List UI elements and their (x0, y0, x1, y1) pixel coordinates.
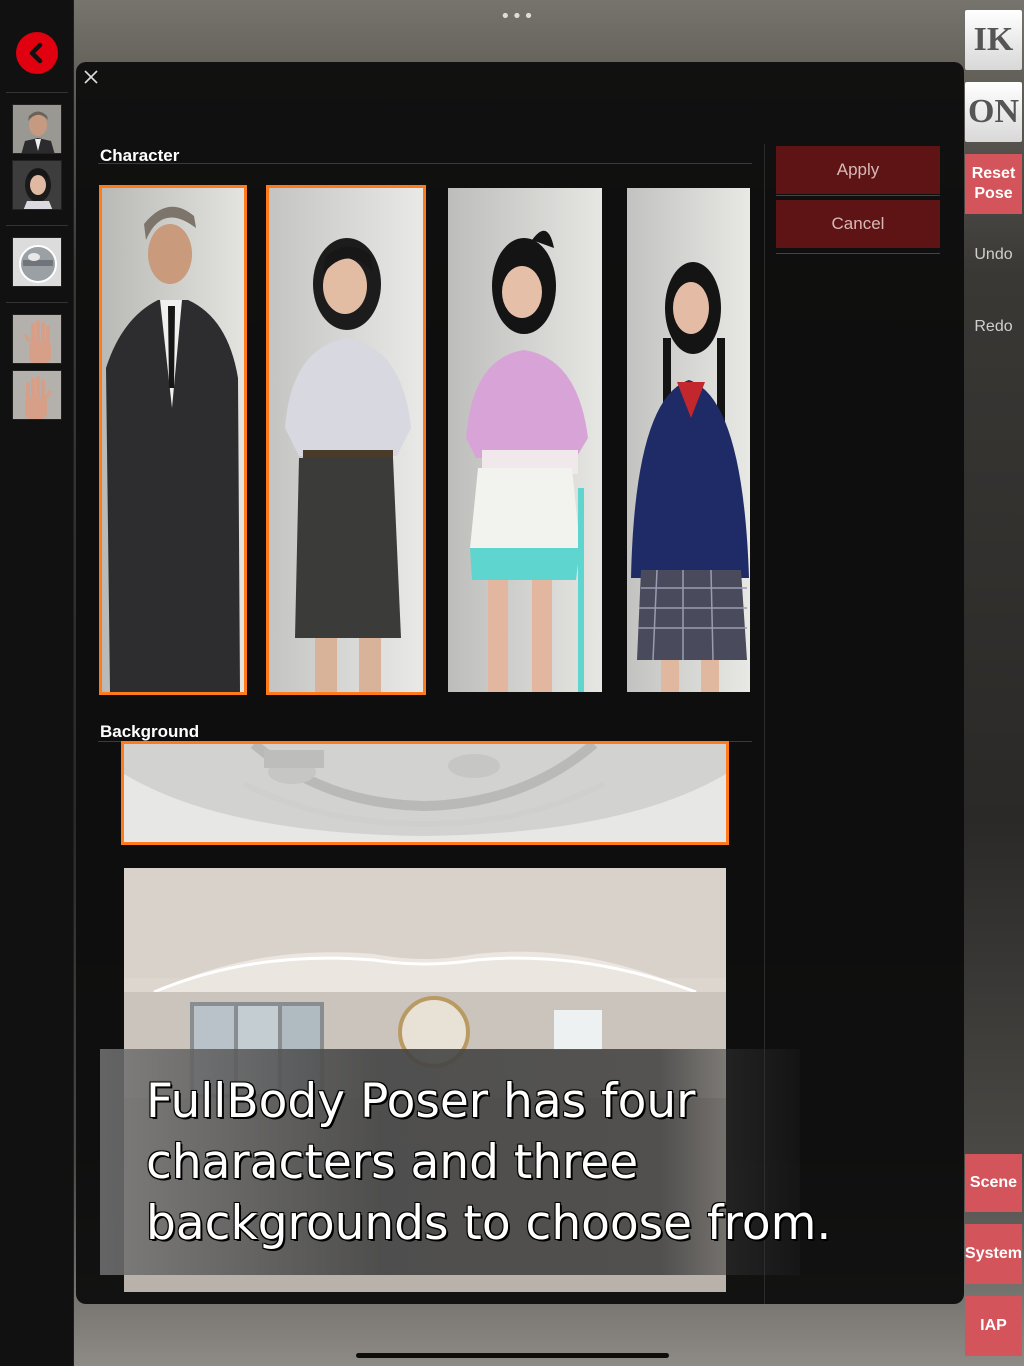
more-options-indicator[interactable]: ••• (500, 6, 535, 27)
character-card-pink-outfit-girl[interactable] (448, 188, 602, 692)
environment-sphere-thumbnail[interactable] (12, 237, 62, 287)
caption-line-1: FullBody Poser has four (146, 1074, 696, 1129)
apply-button[interactable]: Apply (776, 146, 940, 194)
divider (98, 163, 752, 164)
divider (6, 302, 68, 303)
reset-pose-button[interactable]: Reset Pose (965, 154, 1022, 214)
cancel-button[interactable]: Cancel (776, 200, 940, 248)
male-character-thumbnail[interactable] (12, 104, 62, 154)
home-indicator (356, 1353, 669, 1358)
ik-on-button[interactable]: ON (965, 82, 1022, 142)
character-card-office-woman[interactable] (269, 188, 423, 692)
divider (776, 195, 940, 196)
system-button[interactable]: System (965, 1224, 1022, 1284)
back-button[interactable] (16, 32, 58, 74)
character-card-school-uniform-girl[interactable] (627, 188, 750, 692)
close-icon (84, 70, 98, 84)
divider (776, 253, 940, 254)
scene-button[interactable]: Scene (965, 1154, 1022, 1212)
right-hand-thumbnail[interactable] (12, 370, 62, 420)
divider (98, 741, 752, 742)
promo-caption: FullBody Poser has four characters and t… (100, 1049, 832, 1275)
divider (6, 92, 68, 93)
character-card-man-in-suit[interactable] (102, 188, 244, 692)
undo-button[interactable]: Undo (965, 240, 1022, 270)
caption-line-2: characters and three (146, 1135, 639, 1190)
background-section-label: Background (100, 722, 200, 741)
left-hand-thumbnail[interactable] (12, 314, 62, 364)
iap-button[interactable]: IAP (965, 1296, 1022, 1356)
right-toolbar: IK ON Reset Pose Undo Redo Scene System … (962, 0, 1024, 1366)
left-toolbar (0, 0, 74, 1366)
redo-button[interactable]: Redo (965, 312, 1022, 342)
female-character-thumbnail[interactable] (12, 160, 62, 210)
caption-line-3: backgrounds to choose from. (146, 1196, 832, 1251)
background-card-white-studio[interactable] (124, 744, 726, 842)
divider (6, 225, 68, 226)
close-button[interactable] (80, 66, 102, 88)
chevron-left-icon (29, 42, 43, 64)
ik-toggle-button[interactable]: IK (965, 10, 1022, 70)
